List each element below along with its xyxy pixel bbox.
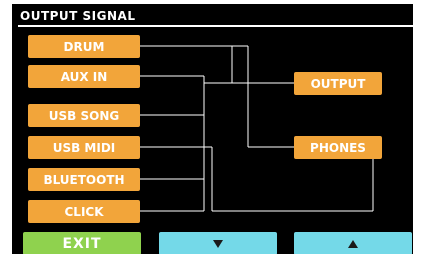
- destination-button-phones[interactable]: PHONES: [294, 136, 382, 159]
- scroll-up-button[interactable]: [294, 232, 412, 254]
- source-label: CLICK: [64, 204, 104, 219]
- destination-label: PHONES: [310, 140, 366, 155]
- destination-label: OUTPUT: [310, 76, 366, 91]
- triangle-up-icon: [348, 239, 358, 248]
- source-button-aux-in[interactable]: AUX IN: [28, 65, 140, 88]
- exit-label: EXIT: [62, 235, 102, 252]
- source-button-usb-song[interactable]: USB SONG: [28, 104, 140, 127]
- source-label: USB MIDI: [52, 140, 116, 155]
- destination-button-output[interactable]: OUTPUT: [294, 72, 382, 95]
- scroll-down-button[interactable]: [159, 232, 277, 254]
- triangle-down-icon: [213, 239, 223, 248]
- source-button-bluetooth[interactable]: BLUETOOTH: [28, 168, 140, 191]
- source-button-usb-midi[interactable]: USB MIDI: [28, 136, 140, 159]
- source-label: AUX IN: [60, 69, 108, 84]
- source-label: DRUM: [63, 39, 105, 54]
- source-label: BLUETOOTH: [43, 172, 125, 187]
- source-button-drum[interactable]: DRUM: [28, 35, 140, 58]
- source-button-click[interactable]: CLICK: [28, 200, 140, 223]
- output-signal-screen: OUTPUT SIGNAL DRUM AUX IN USB SONG USB M…: [12, 4, 413, 254]
- exit-button[interactable]: EXIT: [23, 232, 141, 254]
- source-label: USB SONG: [48, 108, 120, 123]
